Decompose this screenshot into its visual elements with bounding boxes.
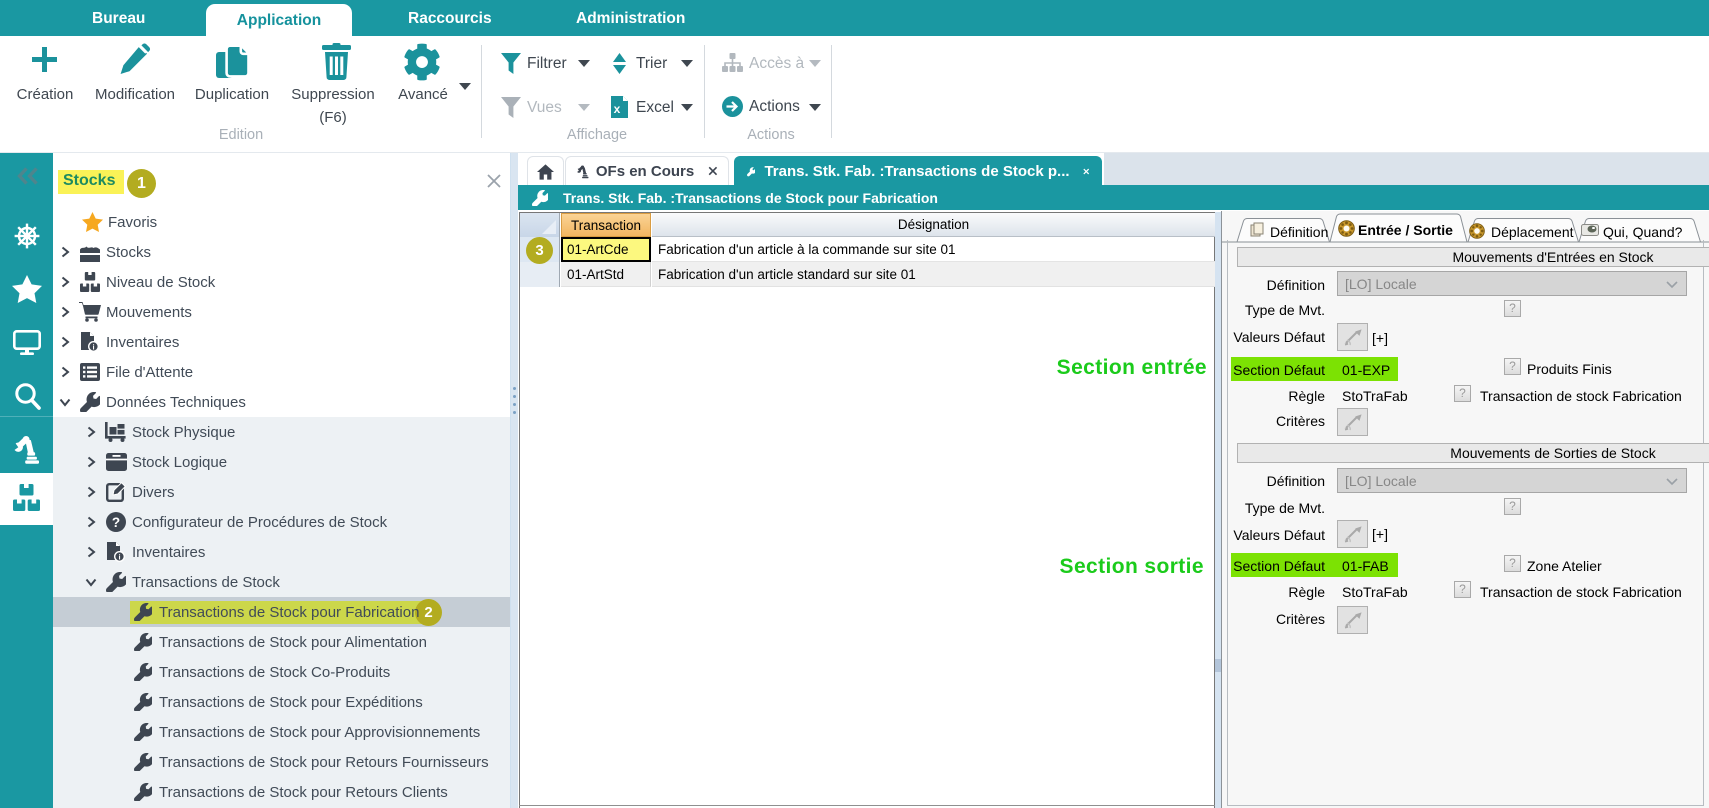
svg-text:x: x bbox=[614, 102, 621, 116]
svg-text:i: i bbox=[118, 553, 120, 562]
svg-text:?: ? bbox=[112, 515, 120, 530]
svg-text:i: i bbox=[92, 343, 94, 352]
